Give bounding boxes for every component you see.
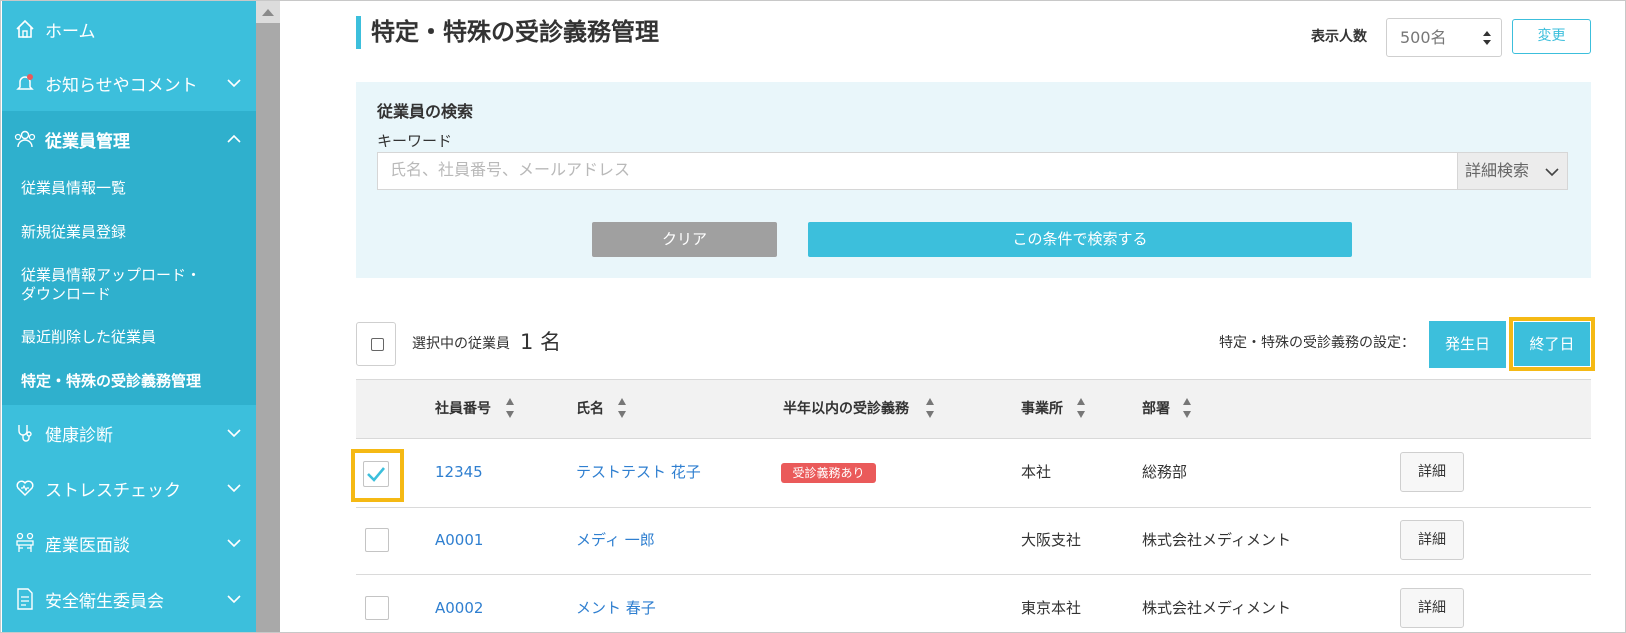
select-all-checkbox[interactable] <box>356 322 396 366</box>
chevron-down-icon <box>227 539 241 548</box>
heart-icon <box>14 477 36 499</box>
submenu-label-line1: 従業員情報アップロード・ <box>21 266 202 284</box>
exam-duty-setting-label: 特定・特殊の受診義務の設定： <box>1219 335 1415 351</box>
sidebar-item-label: 安全衛生委員会 <box>45 591 164 612</box>
column-header-exam-duty[interactable]: 半年以内の受診義務 <box>783 399 909 419</box>
column-header-employee-id[interactable]: 社員番号 <box>435 399 491 419</box>
column-header-department[interactable]: 部署 <box>1142 399 1170 419</box>
department-cell: 総務部 <box>1142 463 1188 481</box>
chevron-down-icon <box>227 595 241 604</box>
sidebar-item-label: ホーム <box>45 21 96 42</box>
selected-employees-label: 選択中の従業員 <box>412 336 510 352</box>
display-count-select[interactable]: 500名 <box>1386 18 1502 57</box>
people-icon <box>14 128 36 150</box>
sidebar-item-occupational-doctor[interactable]: 産業医面談 <box>2 515 256 571</box>
scrollbar-thumb[interactable] <box>256 23 280 632</box>
app-window: ホーム お知らせやコメント 従業員管理 従業員情報一覧 新規従業員登録 従業員情… <box>0 0 1626 633</box>
department-cell: 株式会社メディメント <box>1142 531 1291 549</box>
department-cell: 株式会社メディメント <box>1142 599 1291 617</box>
sidebar-item-home[interactable]: ホーム <box>2 1 256 57</box>
home-icon <box>14 18 36 40</box>
chevron-up-icon <box>227 134 241 143</box>
exam-duty-badge: 受診義務あり <box>781 463 876 483</box>
row-divider <box>356 507 1591 508</box>
detail-button[interactable]: 詳細 <box>1400 452 1464 492</box>
sidebar-item-stress-check[interactable]: ストレスチェック <box>2 460 256 516</box>
selected-employees-count: 1 名 <box>520 330 562 354</box>
keyword-label: キーワード <box>377 132 453 150</box>
sidebar-item-safety-committee[interactable]: 安全衛生委員会 <box>2 571 256 627</box>
end-date-button[interactable]: 終了日 <box>1514 322 1590 366</box>
submenu-upload-download[interactable]: 従業員情報アップロード・ ダウンロード <box>21 266 201 304</box>
employee-id-link[interactable]: A0002 <box>435 597 483 619</box>
title-accent-bar <box>356 16 361 49</box>
row-checkbox[interactable] <box>365 528 389 552</box>
sort-icon[interactable] <box>1182 395 1192 421</box>
sidebar-item-label: 産業医面談 <box>45 535 130 556</box>
employee-id-link[interactable]: A0001 <box>435 529 483 551</box>
sidebar-item-label: 従業員管理 <box>45 131 130 152</box>
column-header-office[interactable]: 事業所 <box>1021 399 1063 419</box>
sidebar-item-label: ストレスチェック <box>45 480 181 501</box>
detail-button[interactable]: 詳細 <box>1400 588 1464 628</box>
clear-button[interactable]: クリア <box>592 222 777 257</box>
chevron-down-icon <box>227 79 241 88</box>
submenu-employee-list[interactable]: 従業員情報一覧 <box>21 179 126 198</box>
checkmark-icon <box>367 467 385 482</box>
submenu-exam-duty[interactable]: 特定・特殊の受診義務管理 <box>21 372 201 391</box>
search-heading: 従業員の検索 <box>377 102 474 121</box>
submenu-label-line2: ダウンロード <box>21 285 112 303</box>
row-divider <box>356 574 1591 575</box>
submenu-new-employee[interactable]: 新規従業員登録 <box>21 223 126 242</box>
change-button[interactable]: 変更 <box>1512 19 1591 54</box>
meeting-icon <box>14 532 36 554</box>
keyword-search-input[interactable] <box>377 152 1458 190</box>
table-header <box>356 379 1591 439</box>
advanced-search-label: 詳細検索 <box>1465 161 1530 180</box>
stethoscope-icon <box>14 422 36 444</box>
row-checkbox[interactable] <box>365 596 389 620</box>
chevron-down-icon <box>227 429 241 438</box>
employee-name-link[interactable]: メント 春子 <box>576 597 656 619</box>
sidebar-item-label: 健康診断 <box>45 425 113 446</box>
display-count-value: 500名 <box>1400 28 1447 47</box>
sort-icon[interactable] <box>505 395 515 421</box>
office-cell: 本社 <box>1021 463 1052 481</box>
column-header-name[interactable]: 氏名 <box>576 399 604 419</box>
office-cell: 大阪支社 <box>1021 531 1082 549</box>
scroll-up-arrow-icon[interactable] <box>262 9 274 16</box>
sidebar-item-notifications[interactable]: お知らせやコメント <box>2 55 256 111</box>
sort-icon[interactable] <box>925 395 935 421</box>
submenu-deleted-employees[interactable]: 最近削除した従業員 <box>21 328 156 347</box>
bell-icon <box>14 72 36 94</box>
select-arrows-icon <box>1483 31 1491 45</box>
sidebar: ホーム お知らせやコメント 従業員管理 従業員情報一覧 新規従業員登録 従業員情… <box>2 1 256 632</box>
display-count-label: 表示人数 <box>1311 29 1367 45</box>
sidebar-scrollbar[interactable] <box>256 1 280 632</box>
page-title: 特定・特殊の受診義務管理 <box>371 18 659 46</box>
sidebar-item-health-checkup[interactable]: 健康診断 <box>2 405 256 461</box>
advanced-search-toggle[interactable]: 詳細検索 <box>1458 152 1568 190</box>
sort-icon[interactable] <box>617 395 627 421</box>
sidebar-item-label: お知らせやコメント <box>45 75 198 96</box>
employee-id-link[interactable]: 12345 <box>435 461 483 483</box>
employee-name-link[interactable]: メディ 一郎 <box>576 529 655 551</box>
row-checkbox[interactable] <box>363 461 389 487</box>
office-cell: 東京本社 <box>1021 599 1082 617</box>
detail-button[interactable]: 詳細 <box>1400 520 1464 560</box>
employee-submenu: 従業員情報一覧 新規従業員登録 従業員情報アップロード・ ダウンロード 最近削除… <box>2 167 256 405</box>
employee-name-link[interactable]: テストテスト 花子 <box>576 461 701 483</box>
start-date-button[interactable]: 発生日 <box>1429 321 1506 368</box>
chevron-down-icon <box>1545 168 1559 177</box>
document-icon <box>14 588 36 610</box>
chevron-down-icon <box>227 484 241 493</box>
checkbox-box <box>371 338 384 351</box>
sort-icon[interactable] <box>1076 395 1086 421</box>
search-submit-button[interactable]: この条件で検索する <box>808 222 1352 257</box>
sidebar-item-employees[interactable]: 従業員管理 <box>2 111 256 167</box>
